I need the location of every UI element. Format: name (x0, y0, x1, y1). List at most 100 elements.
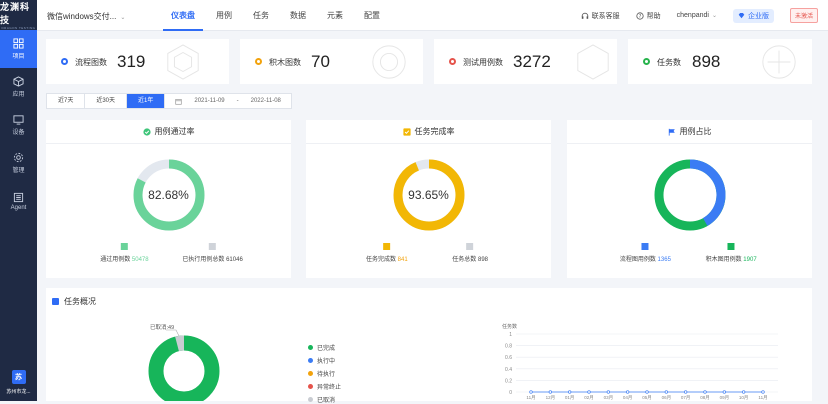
headset-icon (581, 12, 588, 19)
tenant-name: 苏州市龙... (6, 389, 31, 395)
tab-tasks[interactable]: 任务 (245, 0, 277, 31)
pass-rate-value: 82.68% (148, 188, 189, 202)
y-axis-label: 任务数 (502, 323, 517, 330)
legend-label: 待执行 (317, 372, 336, 378)
chevron-down-icon: ⌄ (711, 13, 717, 19)
flag-icon (668, 128, 675, 136)
legend-item: 任务完成数 841 (366, 243, 408, 263)
legend-label: 任务总数 (452, 257, 477, 263)
task-trend-chart: 任务数 1 0.8 0.6 0.4 0.2 0 11月 12月 01月 02月 03月 04月 05月 06… (502, 323, 778, 401)
status-dot (643, 58, 650, 65)
monitor-icon (13, 115, 24, 125)
legend-label: 已执行用例总数 (182, 257, 225, 263)
sidebar-item-project[interactable]: 项目 (0, 30, 37, 68)
panel-title: 任务完成率 (414, 127, 455, 136)
sidebar-item-device[interactable]: 设备 (0, 106, 37, 144)
legend-item: 流程图用例数 1365 (620, 243, 671, 263)
legend-item[interactable]: 异常终止 (308, 382, 341, 391)
help-link[interactable]: ? 帮助 (636, 11, 661, 21)
tab-cases[interactable]: 用例 (208, 0, 240, 31)
x-tick-label: 06月 (662, 395, 672, 401)
tab-dashboard[interactable]: 仪表盘 (163, 0, 203, 31)
tab-elements[interactable]: 元素 (319, 0, 351, 31)
x-tick-label: 07月 (681, 395, 691, 401)
legend-value: 50478 (131, 257, 149, 263)
tab-config[interactable]: 配置 (356, 0, 388, 31)
sidebar: 龙渊科技 DRAGON TESTING 项目 应用 设备 管理 Agent 苏 … (0, 0, 37, 401)
y-tick-label: 0.4 (505, 367, 512, 373)
y-tick-label: 0.8 (505, 344, 512, 350)
help-label: 帮助 (646, 12, 661, 20)
legend-dot (308, 358, 313, 363)
data-point (626, 390, 630, 394)
date-picker[interactable]: 2021-11-09 - 2022-11-08 (165, 94, 291, 108)
panel-header: 任务完成率 (306, 120, 551, 144)
legend-item[interactable]: 已完成 (308, 343, 341, 352)
legend-label: 执行中 (317, 359, 336, 365)
sidebar-item-agent[interactable]: Agent (0, 182, 37, 220)
y-tick-label: 0 (509, 390, 512, 396)
stat-card-tasks: 任务数 898 (628, 39, 812, 84)
stat-card-testcases: 测试用例数 3272 (434, 39, 617, 84)
tenant-switcher[interactable]: 苏 苏州市龙... (0, 370, 37, 395)
legend-label: 已完成 (317, 346, 336, 352)
end-date: 2022-11-08 (250, 98, 281, 104)
support-link[interactable]: 联系客服 (581, 11, 620, 21)
legend-label: 已取消 (317, 398, 336, 404)
x-tick-label: 01月 (565, 395, 575, 401)
legend-item: 已执行用例总数 61046 (182, 243, 243, 263)
status-dot (61, 58, 68, 65)
list-icon (13, 192, 24, 202)
tab-data[interactable]: 数据 (282, 0, 314, 31)
user-name: chenpandi (676, 12, 709, 19)
range-30d-button[interactable]: 近30天 (85, 94, 128, 108)
legend-dot (308, 371, 313, 376)
pie-label: 已取消:49 (150, 323, 174, 331)
panel-header: 用例占比 (567, 120, 812, 144)
stat-card-blocks: 积木图数 70 (240, 39, 423, 84)
range-1y-button[interactable]: 近1年 (127, 94, 166, 108)
date-separator: - (236, 98, 239, 104)
brand-logo[interactable]: 龙渊科技 DRAGON TESTING (0, 0, 37, 30)
top-bar: 微信windows交付... ⌄ 仪表盘 用例 任务 数据 元素 配置 联系客服 … (37, 0, 828, 31)
panel-title: 用例通过率 (154, 127, 195, 136)
task-completion-value: 93.65% (408, 188, 449, 202)
legend-label: 流程图用例数 (619, 257, 656, 263)
legend-item[interactable]: 已取消 (308, 395, 341, 404)
case-share-donut (653, 158, 727, 232)
legend-swatch (727, 243, 735, 250)
status-pie: 已取消:49 (148, 323, 220, 401)
panel-title: 用例占比 (679, 127, 712, 136)
grid-icon (13, 38, 24, 49)
x-tick-label: 08月 (700, 395, 710, 401)
check-circle-icon (142, 127, 151, 136)
x-tick-label: 05月 (642, 395, 652, 401)
checkbox-icon (402, 127, 411, 136)
watermark-icon (167, 44, 199, 80)
legend-item: 积木图用例数 1907 (706, 243, 757, 263)
legend-label: 积木图用例数 (705, 257, 742, 263)
legend-value: 1365 (657, 257, 671, 263)
user-menu[interactable]: chenpandi ⌄ (677, 12, 717, 19)
activation-button[interactable]: 未激活 (789, 8, 818, 23)
legend-swatch (383, 243, 391, 250)
pie-slice-completed (148, 335, 220, 401)
stat-value: 319 (117, 52, 146, 71)
task-completion-donut: 93.65% (392, 158, 466, 232)
project-selector[interactable]: 微信windows交付... ⌄ (47, 11, 125, 22)
date-range-filter: 近7天 近30天 近1年 2021-11-09 - 2022-11-08 (46, 93, 292, 109)
panel-header: 任务概况 (52, 296, 96, 307)
legend-item[interactable]: 执行中 (308, 356, 341, 365)
range-7d-button[interactable]: 近7天 (47, 94, 86, 108)
legend-label: 任务完成数 (365, 257, 397, 263)
start-date: 2021-11-09 (194, 98, 225, 104)
legend-item[interactable]: 待执行 (308, 369, 341, 378)
legend-swatch (641, 243, 649, 250)
x-tick-label: 03月 (604, 395, 614, 401)
sidebar-item-app[interactable]: 应用 (0, 68, 37, 106)
legend-dot (308, 345, 313, 350)
panel-header: 用例通过率 (46, 120, 291, 144)
watermark-icon (577, 44, 609, 80)
sidebar-item-manage[interactable]: 管理 (0, 144, 37, 182)
data-point (761, 390, 765, 394)
